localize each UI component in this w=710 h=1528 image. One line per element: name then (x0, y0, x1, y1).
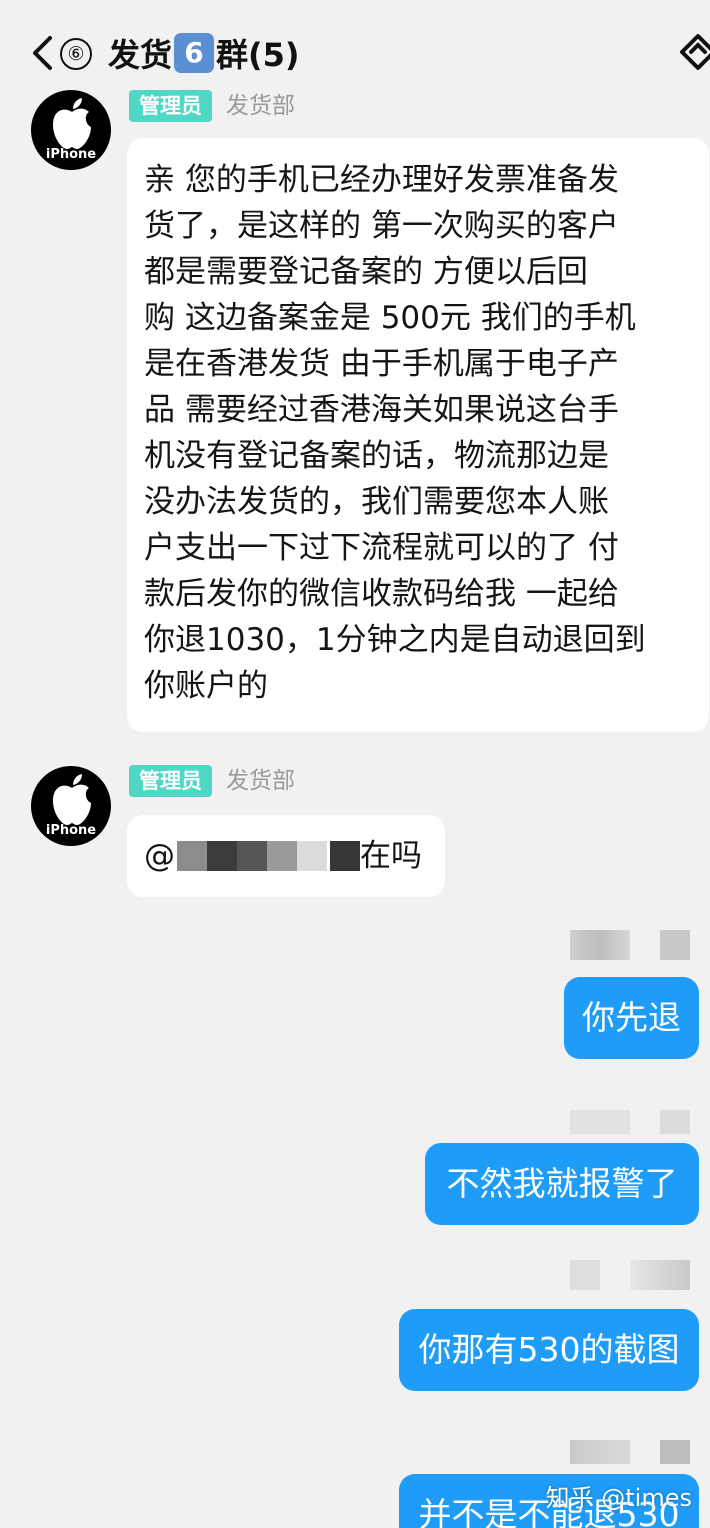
message-line: 户支出一下过下流程就可以的了 付 (144, 530, 619, 566)
redacted-name-block (237, 841, 267, 871)
redacted-sender-name (570, 930, 630, 960)
apple-logo-icon (53, 98, 91, 149)
chat-title-prefix: 发货 (108, 36, 173, 74)
avatar-label: iPhone (45, 147, 97, 162)
sender-role-tag: 管理员 (129, 90, 212, 122)
sender-department: 发货部 (226, 768, 295, 794)
redacted-sender-name (570, 1440, 630, 1464)
redacted-name-block (330, 841, 360, 871)
redacted-name-block (297, 841, 327, 871)
message-line: 亲 您的手机已经办理好发票准备发 (144, 162, 619, 198)
redacted-sender-name (570, 1260, 600, 1290)
message-line: 机没有登记备案的话，物流那边是 (144, 438, 609, 474)
chat-title-number-badge: 6 (174, 33, 215, 73)
message-line: 你账户的 (144, 668, 268, 704)
message-bubble[interactable]: @ 在吗 (127, 815, 445, 897)
message-line: 购 这边备案金是 500元 我们的手机 (144, 300, 636, 336)
redacted-sender-name (570, 1110, 630, 1134)
redacted-sender-name (630, 1260, 690, 1290)
watermark: 知乎 @times (545, 1484, 692, 1512)
sender-role-tag: 管理员 (129, 765, 212, 797)
redacted-name-block (177, 841, 207, 871)
message-bubble[interactable]: 你先退 (564, 977, 699, 1059)
apple-logo-icon (53, 774, 91, 825)
message-line: 是在香港发货 由于手机属于电子产 (144, 346, 619, 382)
message-bubble[interactable]: 不然我就报警了 (425, 1143, 699, 1225)
message-text: 在吗 (360, 838, 422, 874)
redacted-sender-name (660, 930, 690, 960)
chat-header: ⑥ 发货 6 群(5) (0, 0, 710, 96)
chat-title-suffix: 群(5) (216, 36, 300, 74)
message-bubble[interactable]: 亲 您的手机已经办理好发票准备发 货了，是这样的 第一次购买的客户 都是需要登记… (127, 138, 709, 732)
sender-avatar[interactable]: iPhone (31, 90, 111, 170)
redacted-sender-name (660, 1440, 690, 1464)
sender-avatar[interactable]: iPhone (31, 766, 111, 846)
redacted-name-block (267, 841, 297, 871)
message-line: 品 需要经过香港海关如果说这台手 (144, 392, 619, 428)
message-line: 没办法发货的，我们需要您本人账 (144, 484, 609, 520)
message-line: 款后发你的微信收款码给我 一起给 (144, 576, 619, 612)
message-line: 你退1030，1分钟之内是自动退回到 (144, 622, 646, 658)
message-line: 都是需要登记备案的 方便以后回 (144, 254, 588, 290)
sender-department: 发货部 (226, 93, 295, 119)
chat-title: 发货 6 群(5) (108, 30, 300, 76)
redacted-name-block (207, 841, 237, 871)
mention-symbol: @ (144, 838, 175, 874)
chat-settings-icon[interactable] (676, 30, 710, 76)
back-arrow-icon[interactable] (30, 35, 56, 71)
redacted-sender-name (660, 1110, 690, 1134)
unread-count-badge[interactable]: ⑥ (60, 38, 92, 70)
message-bubble[interactable]: 你那有530的截图 (399, 1309, 699, 1391)
message-line: 货了，是这样的 第一次购买的客户 (144, 208, 619, 244)
avatar-label: iPhone (45, 823, 97, 838)
